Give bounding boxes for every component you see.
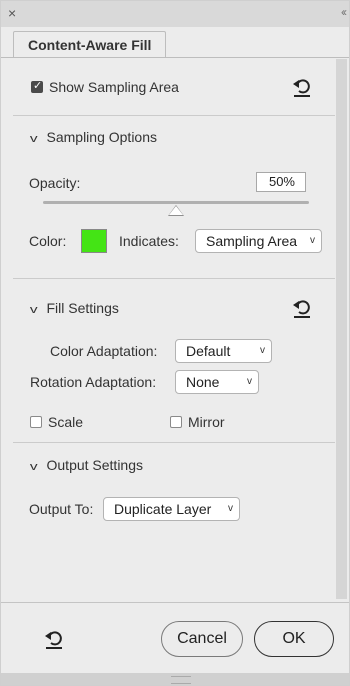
close-icon[interactable]: ×: [8, 5, 16, 21]
footer-divider: [1, 602, 349, 603]
scrollbar[interactable]: [336, 59, 347, 599]
chevron-down-icon: v: [29, 461, 38, 473]
chevron-down-icon: v: [310, 235, 315, 246]
opacity-slider-thumb[interactable]: [169, 206, 183, 215]
scale-label: Scale: [48, 414, 84, 430]
mirror-label: Mirror: [188, 414, 225, 430]
opacity-slider-track[interactable]: [43, 201, 309, 204]
chevron-down-icon: v: [29, 304, 38, 316]
tab-content-aware-fill[interactable]: Content-Aware Fill: [13, 31, 167, 58]
sampling-options-header[interactable]: v Sampling Options: [29, 129, 158, 145]
output-to-label: Output To:: [29, 501, 94, 517]
opacity-label: Opacity:: [29, 175, 81, 191]
content-aware-fill-panel: × ‹‹ Content-Aware Fill Show Sampling Ar…: [0, 0, 350, 686]
rotation-adaptation-label: Rotation Adaptation:: [30, 374, 157, 390]
output-settings-header[interactable]: v Output Settings: [29, 457, 144, 473]
output-to-select[interactable]: Duplicate Layer v: [103, 497, 240, 521]
color-adaptation-label: Color Adaptation:: [50, 343, 158, 359]
tab-divider: [1, 57, 349, 58]
ok-button[interactable]: OK: [254, 621, 334, 657]
chevron-down-icon: v: [260, 345, 265, 356]
divider: [13, 115, 335, 116]
cancel-button[interactable]: Cancel: [161, 621, 243, 657]
sampling-options-label: Sampling Options: [46, 129, 158, 145]
scale-checkbox[interactable]: [30, 416, 42, 428]
resize-grip[interactable]: [171, 676, 191, 684]
output-settings-label: Output Settings: [46, 457, 144, 473]
rotation-adaptation-value: None: [186, 374, 220, 390]
fill-settings-header[interactable]: v Fill Settings: [29, 300, 119, 316]
chevron-down-icon: v: [247, 376, 252, 387]
opacity-input[interactable]: 50%: [256, 172, 306, 192]
divider: [13, 442, 335, 443]
rotation-adaptation-select[interactable]: None v: [175, 370, 259, 394]
fill-settings-label: Fill Settings: [46, 300, 119, 316]
collapse-icon[interactable]: ‹‹: [341, 4, 347, 20]
divider: [13, 278, 335, 279]
reset-icon[interactable]: [291, 297, 313, 319]
indicates-select[interactable]: Sampling Area v: [195, 229, 322, 253]
color-adaptation-select[interactable]: Default v: [175, 339, 272, 363]
chevron-down-icon: v: [228, 503, 233, 514]
panel-titlebar: × ‹‹: [1, 1, 349, 27]
mirror-checkbox[interactable]: [170, 416, 182, 428]
show-sampling-area-label: Show Sampling Area: [49, 79, 179, 95]
chevron-down-icon: v: [29, 133, 38, 145]
reset-icon[interactable]: [291, 76, 313, 98]
color-adaptation-value: Default: [186, 343, 231, 359]
color-swatch[interactable]: [81, 229, 107, 253]
color-label: Color:: [29, 233, 67, 249]
indicates-label: Indicates:: [119, 233, 179, 249]
show-sampling-area-checkbox[interactable]: [31, 79, 43, 93]
reset-icon[interactable]: [43, 628, 65, 650]
output-to-value: Duplicate Layer: [114, 501, 212, 517]
indicates-select-value: Sampling Area: [206, 233, 298, 249]
